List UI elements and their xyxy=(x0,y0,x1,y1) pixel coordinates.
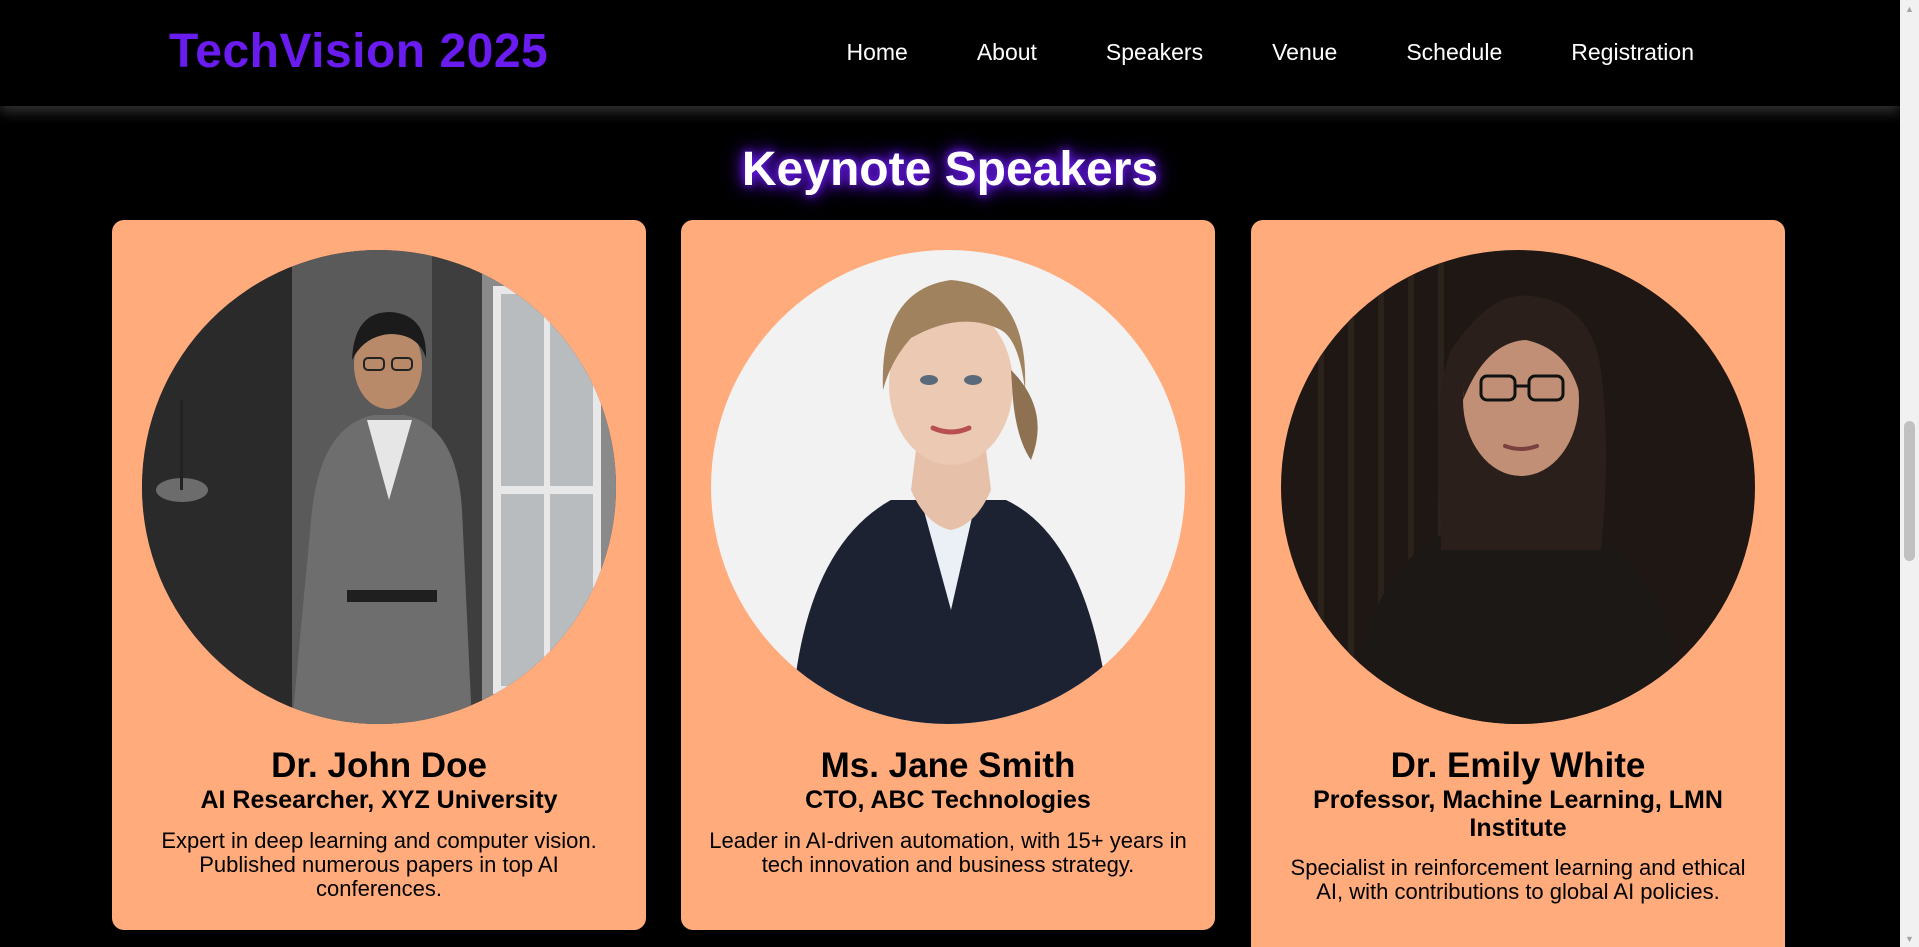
section-title: Keynote Speakers xyxy=(741,143,1159,196)
speaker-role: AI Researcher, XYZ University xyxy=(200,786,558,814)
speaker-photo-john-doe xyxy=(142,250,616,724)
main-nav: Home About Speakers Venue Schedule Regis… xyxy=(846,38,1694,66)
speaker-bio: Expert in deep learning and computer vis… xyxy=(161,828,597,901)
speaker-role: CTO, ABC Technologies xyxy=(805,786,1091,814)
speaker-photo-emily-white xyxy=(1281,250,1755,724)
site-header: TechVision 2025 Home About Speakers Venu… xyxy=(0,0,1900,106)
nav-home[interactable]: Home xyxy=(846,38,907,66)
nav-schedule[interactable]: Schedule xyxy=(1406,38,1502,66)
speaker-photo-man-in-grey-suit xyxy=(142,250,616,724)
nav-speakers[interactable]: Speakers xyxy=(1106,38,1203,66)
scrollbar-thumb[interactable] xyxy=(1904,421,1915,561)
page: TechVision 2025 Home About Speakers Venu… xyxy=(0,0,1919,947)
speaker-role: Professor, Machine Learning, LMN Institu… xyxy=(1313,786,1723,842)
speaker-photo-jane-smith xyxy=(711,250,1185,724)
scroll-up-arrow-icon[interactable]: ▲ xyxy=(1900,0,1919,17)
speaker-name: Ms. Jane Smith xyxy=(820,746,1076,785)
speaker-photo-woman-with-glasses xyxy=(1281,250,1755,724)
speaker-bio: Specialist in reinforcement learning and… xyxy=(1290,855,1746,904)
nav-registration[interactable]: Registration xyxy=(1571,38,1694,66)
site-logo-text[interactable]: TechVision 2025 xyxy=(169,24,548,80)
nav-venue[interactable]: Venue xyxy=(1272,38,1337,66)
speaker-card-jane-smith: Ms. Jane Smith CTO, ABC Technologies Lea… xyxy=(681,220,1215,930)
speaker-card-john-doe: Dr. John Doe AI Researcher, XYZ Universi… xyxy=(112,220,646,930)
speaker-name: Dr. Emily White xyxy=(1390,746,1646,785)
speaker-card-emily-white: Dr. Emily White Professor, Machine Learn… xyxy=(1251,220,1785,947)
speaker-name: Dr. John Doe xyxy=(271,746,487,785)
nav-about[interactable]: About xyxy=(977,38,1037,66)
scroll-down-arrow-icon[interactable]: ▼ xyxy=(1900,930,1919,947)
speaker-bio: Leader in AI-driven automation, with 15+… xyxy=(709,828,1187,877)
vertical-scrollbar[interactable]: ▲ ▼ xyxy=(1900,0,1919,947)
speaker-photo-woman-in-navy-blazer xyxy=(711,250,1185,724)
